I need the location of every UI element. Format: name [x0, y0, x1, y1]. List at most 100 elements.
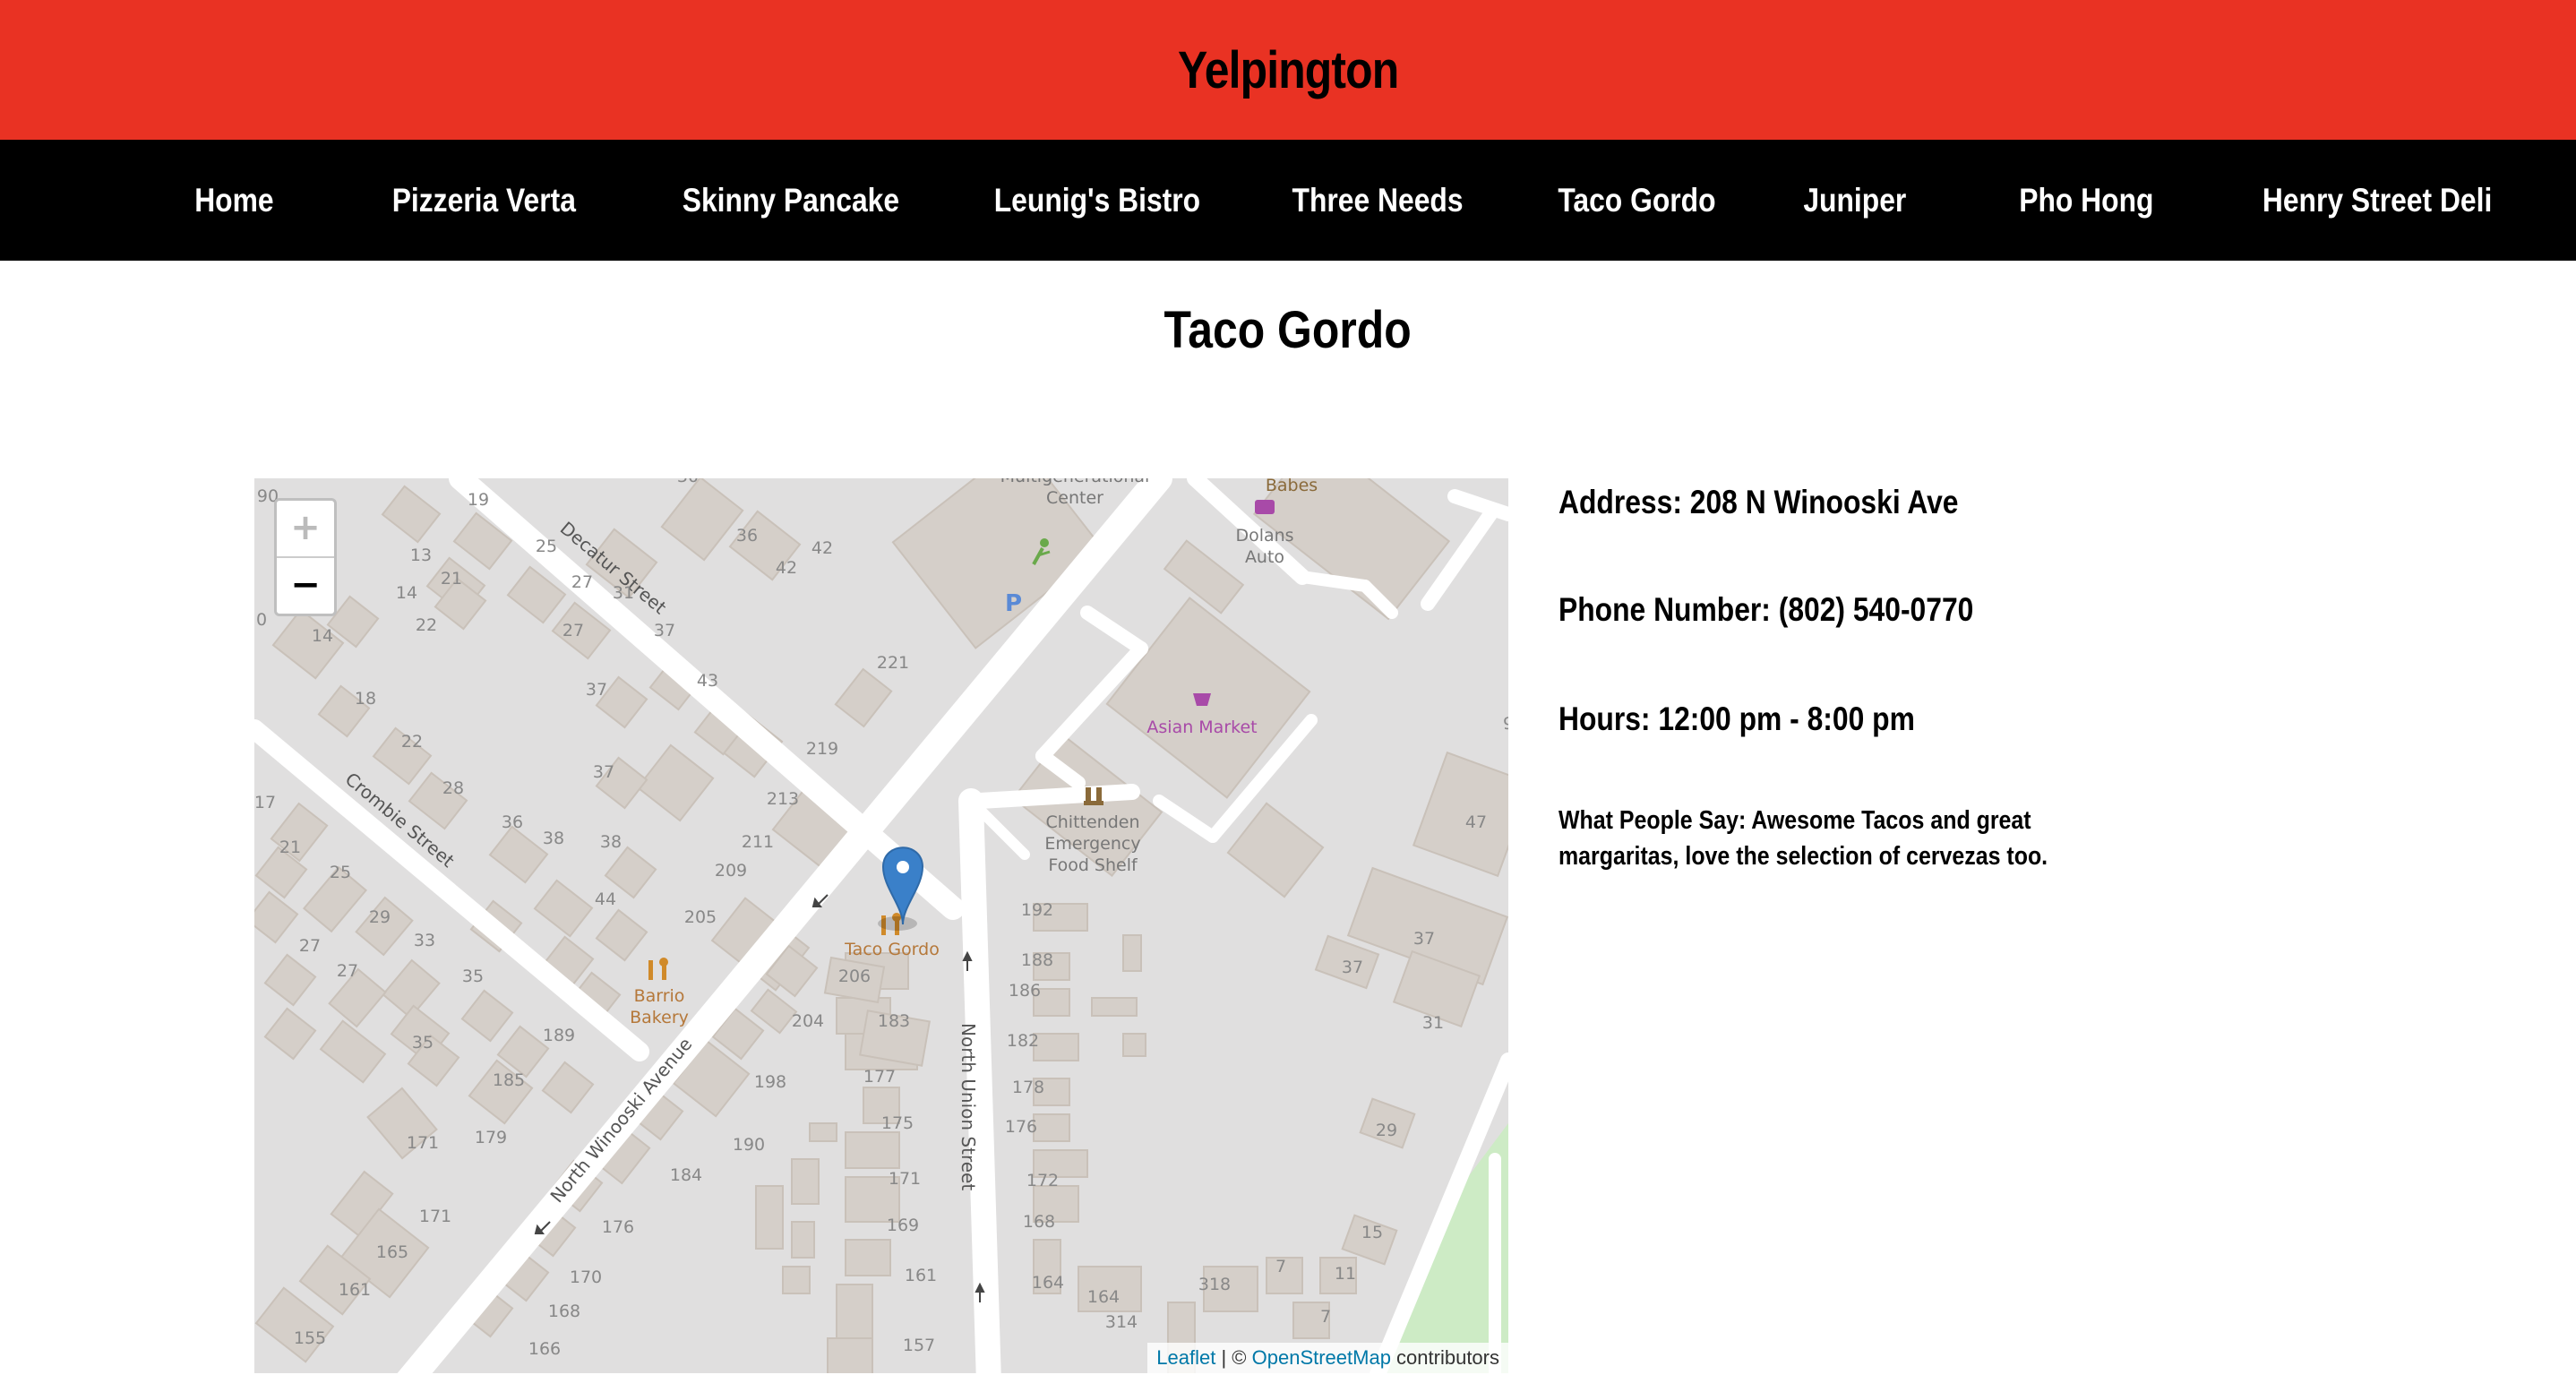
house-number-label: 0: [256, 610, 267, 630]
nav-henry-street-deli[interactable]: Henry Street Deli: [2263, 140, 2492, 261]
site-title: Yelpington: [1177, 40, 1399, 99]
house-number-label: 168: [548, 1302, 580, 1321]
house-number-label: 27: [571, 572, 593, 592]
house-number-label: 31: [613, 583, 634, 603]
asian-market-label: Asian Market: [1146, 717, 1257, 737]
house-number-label: 168: [1023, 1212, 1055, 1232]
house-number-label: 7: [1320, 1307, 1331, 1327]
attribution-separator: | ©: [1215, 1346, 1252, 1369]
restaurant-address: Address: 208 N Winooski Ave: [1558, 484, 1959, 520]
house-number-label: 213: [767, 789, 799, 809]
house-number-label: 157: [903, 1336, 935, 1355]
house-number-label: 161: [339, 1280, 371, 1300]
house-number-label: 27: [562, 621, 584, 640]
house-number-label: 27: [337, 961, 358, 981]
emergency-label: Emergency: [1044, 834, 1140, 854]
house-number-label: 19: [468, 490, 489, 510]
dolans-label: Dolans: [1235, 526, 1293, 546]
house-number-label: 36: [502, 812, 523, 832]
house-number-label: 172: [1026, 1171, 1059, 1190]
house-number-label: 211: [742, 832, 774, 852]
nav-home[interactable]: Home: [194, 140, 273, 261]
zoom-control: + −: [274, 498, 337, 616]
barrio-label: Barrio: [634, 986, 685, 1006]
house-number-label: 165: [376, 1242, 408, 1262]
house-number-label: 35: [412, 1033, 434, 1053]
house-number-label: 161: [905, 1266, 937, 1285]
house-number-label: 47: [1465, 812, 1487, 832]
house-number-label: 38: [543, 829, 564, 848]
house-number-label: 175: [881, 1113, 914, 1133]
house-number-label: 42: [776, 558, 797, 578]
bakery-icon: [648, 958, 668, 980]
house-number-label: 36: [736, 526, 758, 546]
house-number-label: 178: [1012, 1078, 1044, 1097]
house-number-label: 25: [330, 863, 351, 882]
house-number-label: 33: [414, 931, 435, 950]
house-number-label: 22: [401, 732, 423, 752]
house-number-label: 25: [536, 537, 557, 556]
house-number-label: 28: [442, 778, 464, 798]
house-number-label: 164: [1087, 1287, 1120, 1307]
house-number-label: 314: [1105, 1312, 1138, 1332]
house-number-label: 166: [528, 1339, 561, 1359]
house-number-label: 7: [1275, 1257, 1286, 1276]
nav-pho-hong[interactable]: Pho Hong: [2019, 140, 2153, 261]
house-number-label: 184: [670, 1165, 702, 1185]
leaflet-link[interactable]: Leaflet: [1156, 1346, 1215, 1369]
house-number-label: 37: [593, 762, 614, 782]
restaurant-phone: Phone Number: (802) 540-0770: [1558, 591, 1974, 628]
house-number-label: 11: [1335, 1264, 1356, 1284]
house-number-label: 29: [369, 907, 391, 927]
house-number-label: 177: [863, 1067, 896, 1087]
house-number-label: 43: [697, 671, 718, 691]
taco-gordo-label: Taco Gordo: [844, 940, 940, 959]
house-number-label: 169: [887, 1216, 919, 1235]
house-number-label: 31: [1422, 1013, 1444, 1033]
map-tiles: Decatur Street Crombie Street North Wino…: [254, 478, 1508, 1373]
house-number-label: 15: [1361, 1223, 1383, 1242]
nav-pizzeria-verta[interactable]: Pizzeria Verta: [392, 140, 576, 261]
house-number-label: 18: [355, 689, 376, 709]
house-number-label: 221: [877, 653, 909, 673]
restaurant-review: What People Say: Awesome Tacos and great…: [1558, 806, 2048, 871]
house-number-label: 37: [1413, 929, 1435, 949]
house-number-label: 14: [312, 626, 333, 646]
house-number-label: 204: [792, 1011, 824, 1031]
restaurant-hours: Hours: 12:00 pm - 8:00 pm: [1558, 700, 1915, 737]
zoom-in-button[interactable]: +: [277, 501, 334, 558]
babes-label: Babes: [1266, 478, 1318, 495]
house-number-label: 17: [254, 793, 276, 812]
nav-three-needs[interactable]: Three Needs: [1292, 140, 1464, 261]
house-number-label: 185: [493, 1070, 525, 1090]
house-number-label: 176: [1005, 1117, 1037, 1137]
union-street-label: North Union Street: [957, 1023, 979, 1190]
map[interactable]: Decatur Street Crombie Street North Wino…: [254, 478, 1508, 1373]
map-attribution: Leaflet | © OpenStreetMap contributors: [1147, 1343, 1508, 1373]
page-title: Taco Gordo: [0, 300, 2576, 360]
zoom-out-button[interactable]: −: [277, 558, 334, 614]
house-number-label: 37: [1342, 958, 1363, 977]
house-number-label: 170: [570, 1267, 602, 1287]
house-number-label: 21: [441, 569, 462, 589]
house-number-label: 37: [586, 680, 607, 700]
house-number-label: 179: [475, 1128, 507, 1147]
house-number-label: 190: [733, 1135, 765, 1155]
house-number-label: 30: [677, 478, 699, 486]
house-number-label: 171: [419, 1207, 451, 1226]
nav-juniper[interactable]: Juniper: [1803, 140, 1906, 261]
house-number-label: 318: [1198, 1275, 1231, 1294]
house-number-label: 42: [811, 538, 833, 558]
car-icon: [1255, 500, 1275, 514]
chittenden-label: Chittenden: [1045, 812, 1139, 832]
openstreetmap-link[interactable]: OpenStreetMap: [1252, 1346, 1391, 1369]
house-number-label: 189: [543, 1026, 575, 1045]
nav-taco-gordo[interactable]: Taco Gordo: [1558, 140, 1715, 261]
house-number-label: 21: [279, 838, 301, 857]
nav-leunigs-bistro[interactable]: Leunig's Bistro: [994, 140, 1200, 261]
house-number-label: 171: [889, 1169, 921, 1189]
main-nav: Home Pizzeria Verta Skinny Pancake Leuni…: [0, 140, 2576, 261]
house-number-label: 29: [1376, 1121, 1397, 1140]
house-number-label: 14: [396, 583, 417, 603]
nav-skinny-pancake[interactable]: Skinny Pancake: [683, 140, 899, 261]
